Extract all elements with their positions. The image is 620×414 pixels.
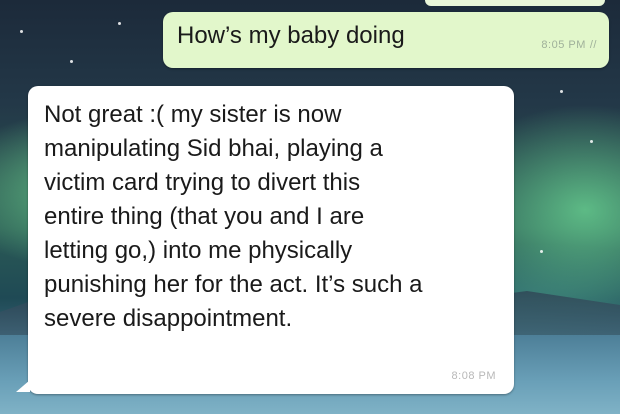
incoming-message-line: entire thing (that you and I are xyxy=(44,203,365,230)
outgoing-message-meta: 8:05 PM// xyxy=(541,39,597,51)
incoming-message-line: manipulating Sid bhai, playing a xyxy=(44,135,383,162)
outgoing-message-text: How’s my baby doing xyxy=(177,22,405,49)
previous-message-edge xyxy=(425,0,605,6)
incoming-message-line: punishing her for the act. It’s such a xyxy=(44,271,423,298)
incoming-message-text: Not great :( my sister is now manipulati… xyxy=(44,98,510,336)
incoming-message-line: Not great :( my sister is now xyxy=(44,101,342,128)
incoming-message-line: severe disappointment. xyxy=(44,305,293,332)
read-ticks-icon: // xyxy=(589,39,597,51)
incoming-message-line: letting go,) into me physically xyxy=(44,237,353,264)
incoming-message-bubble[interactable]: Not great :( my sister is now manipulati… xyxy=(16,86,514,394)
outgoing-message-bubble[interactable]: How’s my baby doing 8:05 PM// xyxy=(163,12,609,68)
outgoing-message-time: 8:05 PM xyxy=(541,39,586,51)
incoming-message-time: 8:08 PM xyxy=(451,370,496,382)
incoming-message-line: victim card trying to divert this xyxy=(44,169,361,196)
